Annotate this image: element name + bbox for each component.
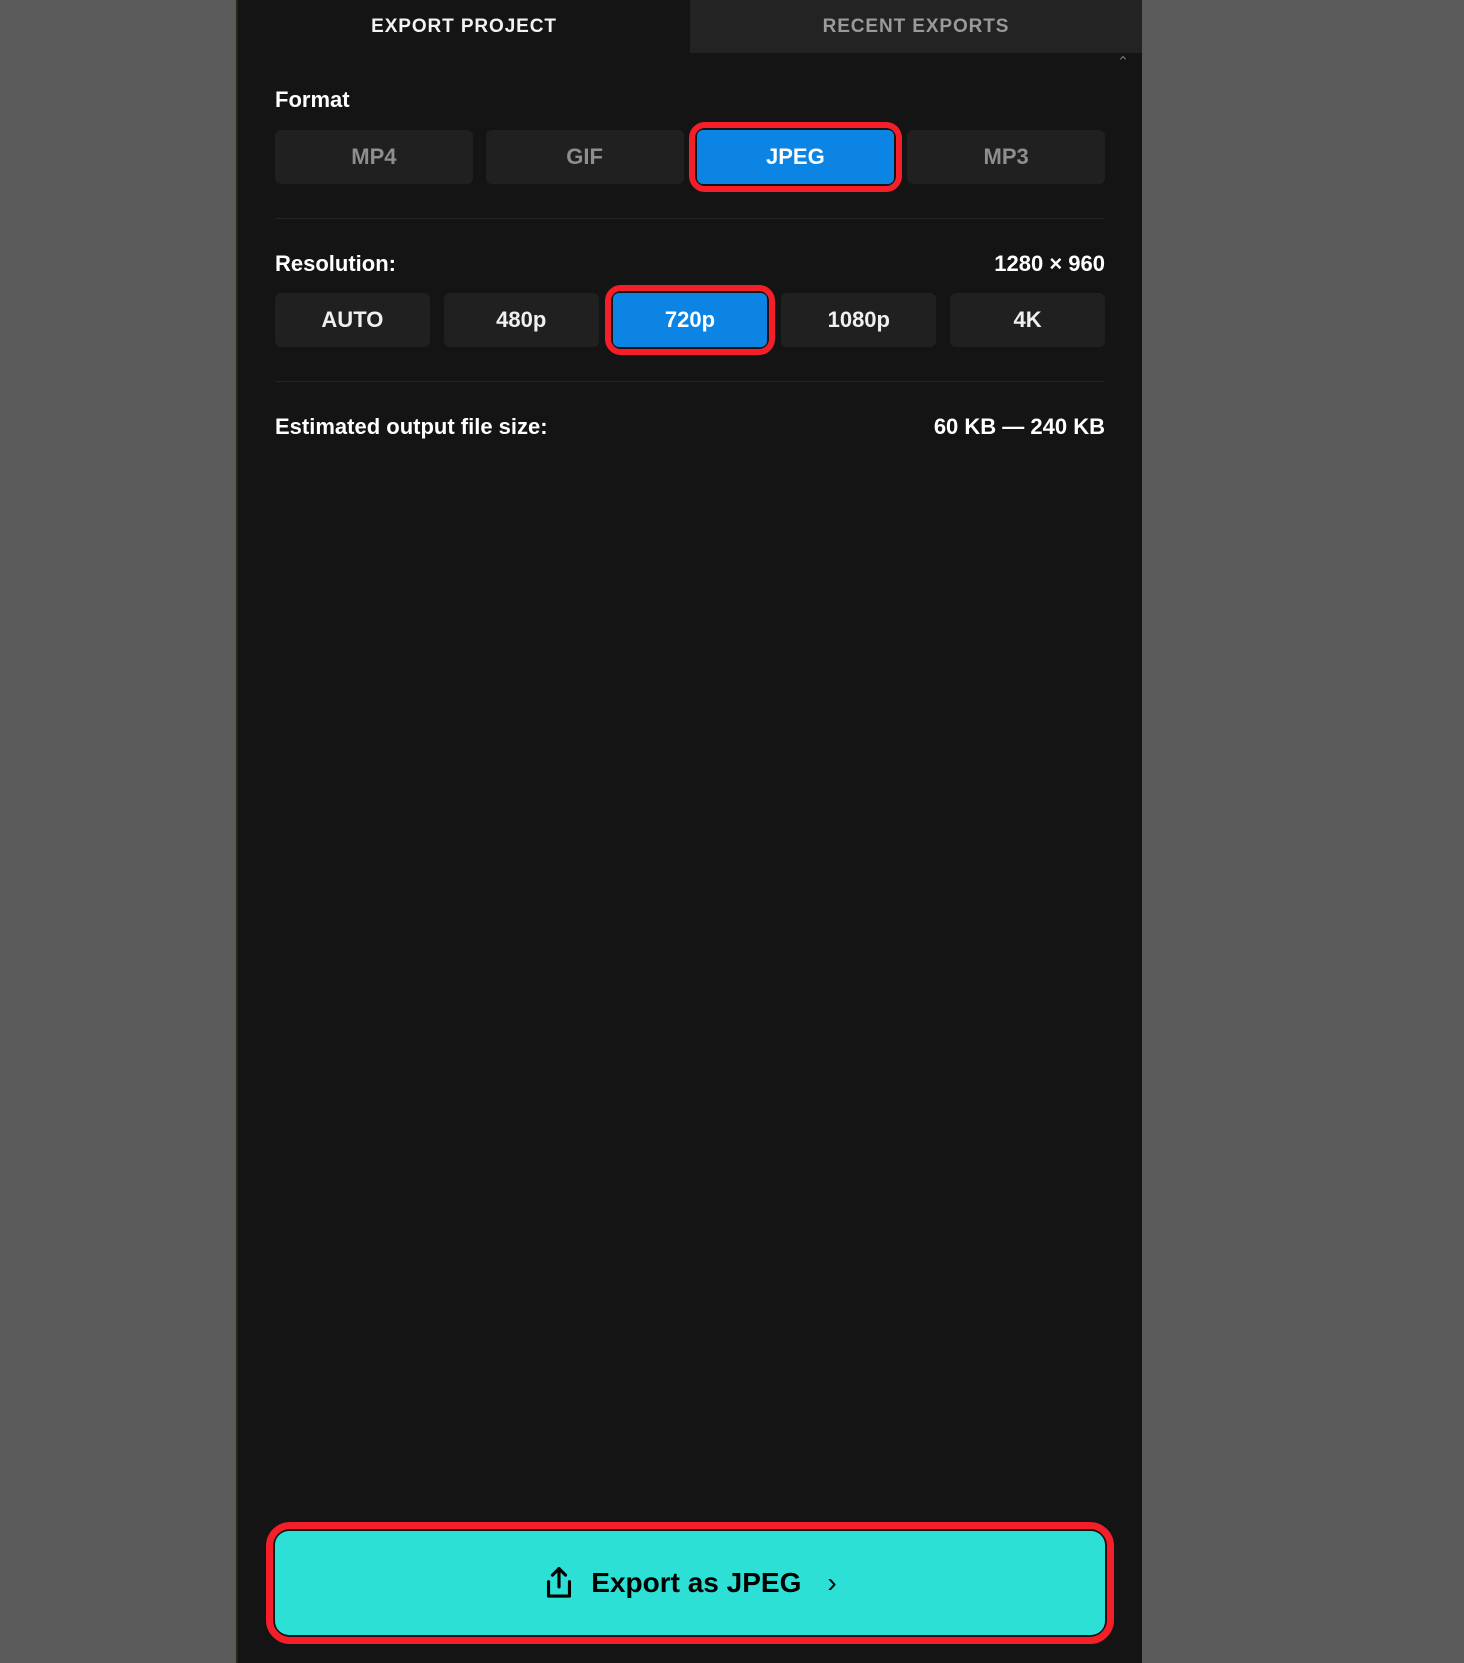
- resolution-option-480p-label: 480p: [496, 307, 547, 332]
- resolution-option-auto-label: AUTO: [321, 307, 384, 332]
- resolution-option-row: AUTO 480p 720p 1080p 4K: [275, 285, 1105, 355]
- share-upload-icon: [547, 1567, 572, 1598]
- resolution-value: 1280 × 960: [994, 251, 1105, 276]
- format-option-mp3-label: MP3: [983, 144, 1029, 169]
- export-cta-wrapper: Export as JPEG ›: [266, 1522, 1114, 1644]
- chevron-up-icon[interactable]: ⌃: [1114, 55, 1132, 71]
- format-option-gif-label: GIF: [566, 144, 603, 169]
- resolution-option-1080p[interactable]: 1080p: [781, 293, 937, 347]
- resolution-option-1080p-label: 1080p: [827, 307, 890, 332]
- resolution-option-720p[interactable]: 720p: [604, 285, 776, 355]
- format-option-jpeg[interactable]: JPEG: [688, 122, 902, 192]
- filesize-value: 60 KB — 240 KB: [933, 414, 1105, 439]
- format-option-mp3[interactable]: MP3: [907, 130, 1105, 184]
- tab-recent-exports-label: RECENT EXPORTS: [822, 15, 1010, 37]
- resolution-option-720p-label: 720p: [664, 307, 716, 332]
- divider-format-resolution: [275, 218, 1105, 219]
- format-option-row: MP4 GIF JPEG MP3: [275, 122, 1105, 192]
- format-option-jpeg-label: JPEG: [766, 144, 825, 169]
- screen: EXPORT PROJECT RECENT EXPORTS ⌃ Format M…: [0, 0, 1464, 1663]
- divider-resolution-filesize: [275, 381, 1105, 382]
- resolution-option-auto[interactable]: AUTO: [275, 293, 430, 347]
- format-option-gif[interactable]: GIF: [485, 130, 684, 184]
- format-option-mp4[interactable]: MP4: [275, 130, 473, 184]
- format-option-mp4-label: MP4: [351, 144, 397, 169]
- export-panel: EXPORT PROJECT RECENT EXPORTS ⌃ Format M…: [236, 0, 1142, 1663]
- filesize-label: Estimated output file size:: [275, 414, 548, 439]
- resolution-option-4k[interactable]: 4K: [950, 293, 1105, 347]
- export-as-jpeg-label: Export as JPEG: [591, 1567, 802, 1598]
- tab-recent-exports[interactable]: RECENT EXPORTS: [690, 0, 1142, 53]
- tab-export-project[interactable]: EXPORT PROJECT: [238, 0, 690, 53]
- format-section-title: Format: [275, 87, 350, 112]
- panel-body: Format MP4 GIF JPEG MP3 Resolution: 1280…: [238, 87, 1142, 440]
- export-as-jpeg-button[interactable]: Export as JPEG ›: [266, 1522, 1114, 1644]
- resolution-option-480p[interactable]: 480p: [443, 293, 599, 347]
- chevron-right-icon: ›: [827, 1567, 837, 1598]
- tab-bar: EXPORT PROJECT RECENT EXPORTS: [238, 0, 1142, 53]
- tab-export-project-label: EXPORT PROJECT: [371, 15, 557, 37]
- resolution-header-row: Resolution: 1280 × 960: [275, 251, 1105, 277]
- resolution-label: Resolution:: [275, 251, 396, 276]
- resolution-option-4k-label: 4K: [1013, 307, 1042, 332]
- filesize-row: Estimated output file size: 60 KB — 240 …: [275, 414, 1105, 440]
